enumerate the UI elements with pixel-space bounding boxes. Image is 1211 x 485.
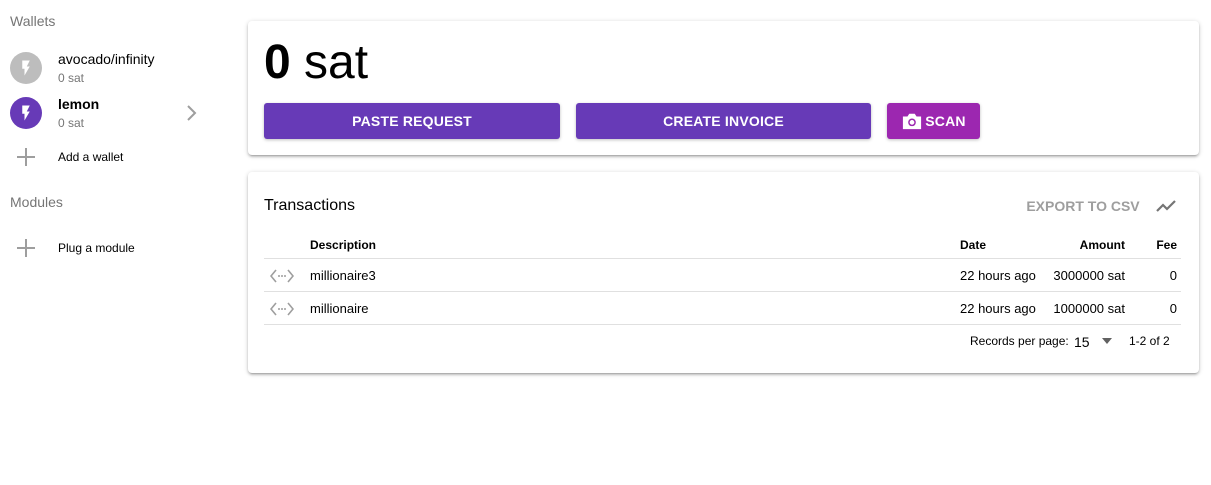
camera-icon — [903, 113, 922, 130]
column-header-amount: Amount — [1079, 238, 1125, 252]
records-per-page-select[interactable]: 15 — [1074, 332, 1116, 352]
wallet-avatar — [10, 97, 42, 129]
wallet-balance: 0 sat — [58, 116, 85, 130]
plug-module-button[interactable]: Plug a module — [0, 233, 215, 263]
records-per-page-value: 15 — [1074, 334, 1090, 350]
transactions-card: Transactions EXPORT TO CSV Description D… — [248, 172, 1199, 373]
column-header-date: Date — [960, 238, 987, 252]
wallet-item-lemon[interactable]: lemon 0 sat — [0, 91, 215, 135]
chevron-right-icon — [187, 105, 197, 121]
wallets-header: Wallets — [10, 13, 56, 29]
plug-module-label: Plug a module — [58, 241, 135, 255]
scan-button[interactable]: SCAN — [887, 103, 980, 139]
wallet-item-avocado-infinity[interactable]: avocado/infinity 0 sat — [0, 46, 215, 90]
table-divider — [264, 324, 1181, 325]
records-per-page-label: Records per page: — [970, 334, 1069, 348]
wallet-balance: 0 sat — [58, 71, 85, 85]
plus-icon — [17, 148, 35, 166]
sidebar: Wallets avocado/infinity 0 sat lemon 0 s… — [0, 0, 230, 485]
pending-transaction-icon — [270, 302, 294, 316]
wallet-name: lemon — [58, 96, 100, 112]
balance-card: 0 sat PASTE REQUEST CREATE INVOICE SCAN — [248, 21, 1199, 155]
row-date: 22 hours ago — [960, 301, 1036, 316]
scan-label: SCAN — [925, 113, 966, 129]
row-fee: 0 — [1169, 268, 1177, 283]
pagination-range: 1-2 of 2 — [1129, 334, 1170, 348]
column-header-fee: Fee — [1156, 238, 1177, 252]
table-divider — [264, 258, 1181, 259]
balance-amount: 0 — [264, 36, 291, 89]
transactions-title: Transactions — [264, 197, 355, 214]
lightning-bolt-icon — [22, 60, 30, 76]
column-header-description: Description — [310, 238, 377, 252]
row-description: millionaire — [310, 301, 369, 316]
trending-chart-icon[interactable] — [1154, 194, 1178, 218]
create-invoice-button[interactable]: CREATE INVOICE — [576, 103, 871, 139]
add-wallet-label: Add a wallet — [58, 150, 124, 164]
plus-icon — [17, 239, 35, 257]
wallet-avatar — [10, 52, 42, 84]
row-amount: 3000000 sat — [1053, 268, 1125, 283]
row-description: millionaire3 — [310, 268, 376, 283]
add-wallet-button[interactable]: Add a wallet — [0, 142, 215, 172]
pending-transaction-icon — [270, 269, 294, 283]
balance-unit: sat — [304, 36, 369, 89]
row-date: 22 hours ago — [960, 268, 1036, 283]
wallet-balance-display: 0 sat — [264, 35, 368, 91]
table-divider — [264, 291, 1181, 292]
modules-header: Modules — [10, 194, 63, 210]
row-fee: 0 — [1169, 301, 1177, 316]
export-csv-button[interactable]: EXPORT TO CSV — [1024, 194, 1142, 218]
dropdown-arrow-icon — [1102, 338, 1112, 344]
paste-request-button[interactable]: PASTE REQUEST — [264, 103, 560, 139]
row-amount: 1000000 sat — [1053, 301, 1125, 316]
wallet-name: avocado/infinity — [58, 51, 155, 67]
lightning-bolt-icon — [22, 105, 30, 121]
